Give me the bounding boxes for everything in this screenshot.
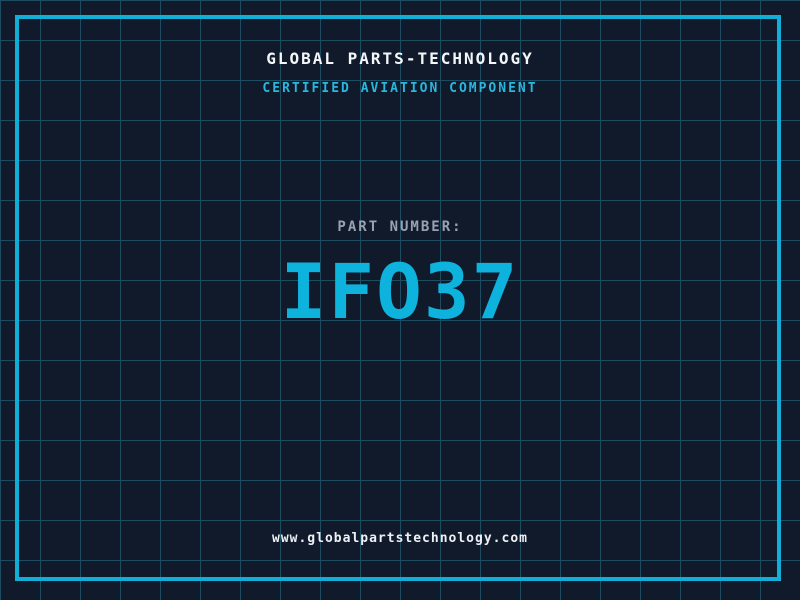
company-name: GLOBAL PARTS-TECHNOLOGY bbox=[0, 49, 800, 68]
part-number-value: IFO37 bbox=[0, 254, 800, 330]
certification-tagline: CERTIFIED AVIATION COMPONENT bbox=[0, 81, 800, 96]
part-number-label: PART NUMBER: bbox=[0, 219, 800, 235]
website-url: www.globalpartstechnology.com bbox=[0, 531, 800, 546]
